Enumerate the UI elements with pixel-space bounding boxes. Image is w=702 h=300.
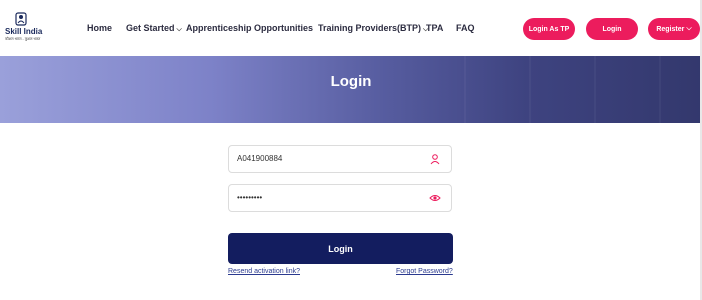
submit-login-button[interactable]: Login xyxy=(228,233,453,264)
nav-training-providers-label: Training Providers(BTP) xyxy=(318,23,422,33)
nav-home[interactable]: Home xyxy=(87,23,112,33)
password-field[interactable]: ••••••••• xyxy=(228,184,452,212)
page-banner: Login xyxy=(0,56,702,123)
page-title: Login xyxy=(330,73,372,90)
nav-get-started-label: Get Started xyxy=(126,23,175,33)
nav-apprenticeship[interactable]: Apprenticeship Opportunities xyxy=(186,23,313,33)
logo-tagline: कौशल भारत - कुशल भारत xyxy=(5,37,41,41)
nav-get-started[interactable]: Get Started ⌵ xyxy=(126,23,182,34)
chevron-down-icon: ⌵ xyxy=(686,25,692,32)
login-button[interactable]: Login xyxy=(586,18,638,40)
forgot-password-link[interactable]: Forgot Password? xyxy=(396,268,453,275)
password-value: ••••••••• xyxy=(237,193,263,202)
user-icon xyxy=(430,154,440,165)
username-field[interactable]: A041900884 xyxy=(228,145,452,173)
username-value: A041900884 xyxy=(237,154,283,163)
chevron-down-icon: ⌵ xyxy=(176,26,182,33)
register-label: Register xyxy=(656,25,685,33)
eye-icon[interactable] xyxy=(429,192,441,204)
nav-training-providers[interactable]: Training Providers(BTP) ⌵ xyxy=(318,23,428,34)
emblem-icon xyxy=(15,12,27,26)
nav-tpa[interactable]: TPA xyxy=(426,23,443,33)
nav-faq[interactable]: FAQ xyxy=(456,23,475,33)
resend-activation-link[interactable]: Resend activation link? xyxy=(228,268,300,275)
login-as-tp-button[interactable]: Login As TP xyxy=(523,18,575,40)
skill-india-logo[interactable]: Skill India कौशल भारत - कुशल भारत xyxy=(5,12,49,46)
logo-title: Skill India xyxy=(5,27,43,36)
register-button[interactable]: Register ⌵ xyxy=(648,18,700,40)
site-header: Skill India कौशल भारत - कुशल भारत Home G… xyxy=(0,0,702,56)
